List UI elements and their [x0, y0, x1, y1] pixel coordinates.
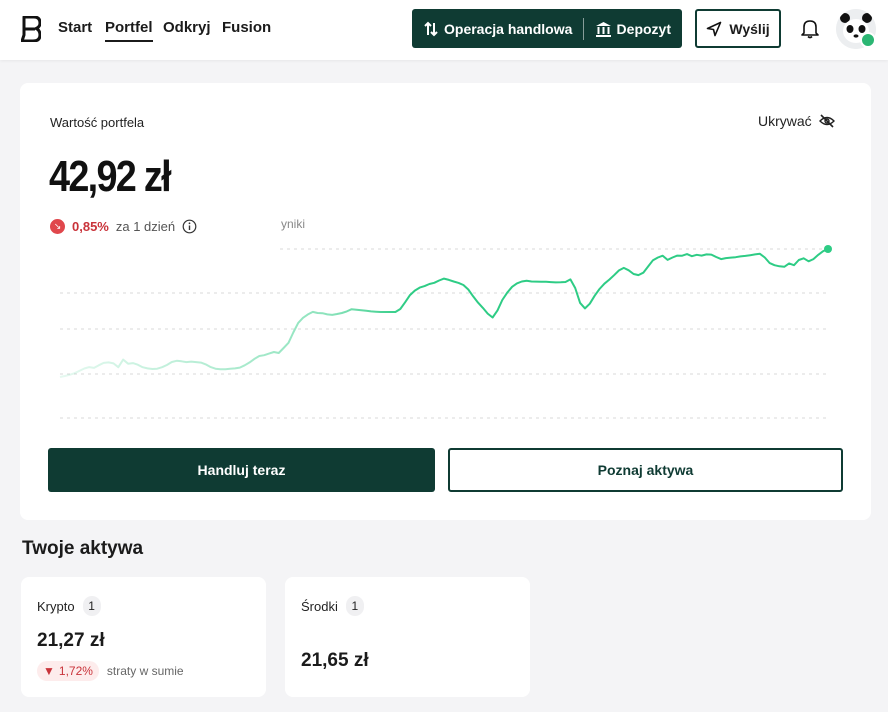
down-triangle-icon: ▼	[43, 664, 55, 678]
nav-fusion[interactable]: Fusion	[222, 19, 271, 36]
deposit-label: Depozyt	[616, 20, 671, 37]
chart-end-point	[824, 245, 832, 253]
asset-value: 21,65 zł	[301, 650, 369, 671]
asset-card-funds[interactable]: Środki 1 21,65 zł	[285, 577, 530, 697]
portfolio-change-row: ↘ 0,85% za 1 dzień	[50, 219, 197, 234]
asset-name-row: Środki 1	[301, 596, 364, 616]
loss-badge: ▼ 1,72%	[37, 661, 99, 681]
trade-operation-button[interactable]: Operacja handlowa	[412, 9, 583, 48]
asset-name: Środki	[301, 598, 338, 614]
eye-off-icon	[818, 114, 835, 128]
portfolio-change-percent: 0,85%	[72, 219, 109, 234]
asset-name-row: Krypto 1	[37, 596, 101, 616]
asset-name: Krypto	[37, 598, 75, 614]
send-label: Wyślij	[729, 20, 770, 37]
bell-icon[interactable]	[799, 17, 821, 39]
nav-start[interactable]: Start	[58, 19, 92, 36]
bank-icon	[595, 21, 611, 37]
chart-series-line	[59, 248, 829, 378]
asset-loss-row: ▼ 1,72% straty w sumie	[37, 661, 184, 681]
assets-section-title: Twoje aktywa	[22, 538, 144, 559]
asset-value: 21,27 zł	[37, 630, 105, 651]
swap-arrows-icon	[424, 21, 438, 36]
nav-odkryj[interactable]: Odkryj	[163, 19, 211, 36]
trade-deposit-group: Operacja handlowa Depozyt	[412, 9, 682, 48]
trade-now-button[interactable]: Handluj teraz	[48, 448, 435, 492]
nav-portfel[interactable]: Portfel	[105, 19, 153, 42]
explore-assets-button[interactable]: Poznaj aktywa	[448, 448, 843, 492]
send-button[interactable]: Wyślij	[695, 9, 781, 48]
chart-partial-label: yniki	[281, 217, 306, 231]
down-arrow-icon: ↘	[50, 219, 65, 234]
asset-card-crypto[interactable]: Krypto 1 21,27 zł ▼ 1,72% straty w sumie	[21, 577, 266, 697]
hide-balance-label: Ukrywać	[758, 113, 812, 129]
loss-percent: 1,72%	[58, 664, 93, 678]
send-icon	[707, 21, 722, 36]
trade-operation-label: Operacja handlowa	[444, 20, 573, 37]
verified-icon	[860, 32, 876, 48]
info-icon[interactable]	[182, 219, 197, 234]
portfolio-line-chart	[59, 245, 832, 419]
hide-balance-toggle[interactable]: Ukrywać	[758, 113, 835, 129]
deposit-button[interactable]: Depozyt	[584, 9, 682, 48]
portfolio-value-label: Wartość portfela	[50, 115, 145, 130]
portfolio-total-value: 42,92 zł	[49, 152, 172, 201]
portfolio-change-period: za 1 dzień	[115, 219, 176, 234]
loss-text: straty w sumie	[106, 664, 184, 678]
asset-count-badge: 1	[345, 596, 364, 616]
app-logo-icon[interactable]	[21, 16, 41, 42]
asset-count-badge: 1	[82, 596, 101, 616]
